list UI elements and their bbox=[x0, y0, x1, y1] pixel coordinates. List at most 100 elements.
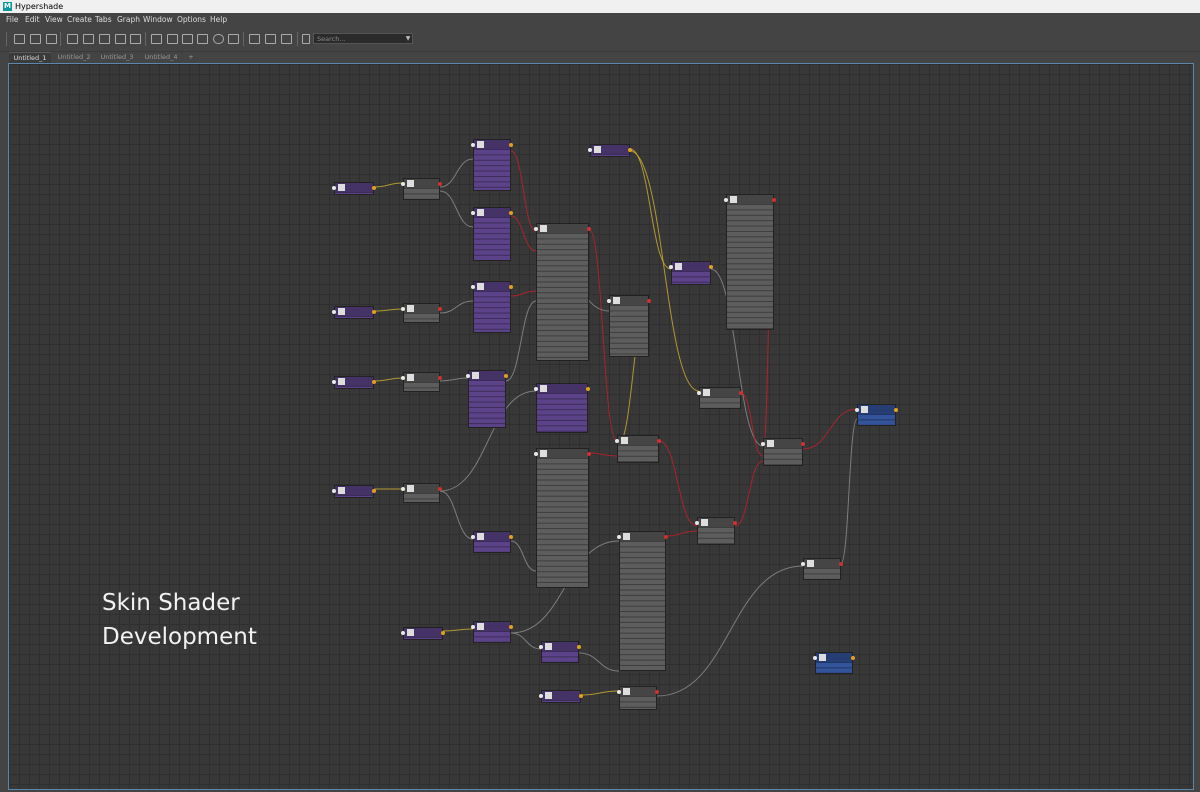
input-port[interactable] bbox=[615, 439, 619, 443]
texture-node[interactable] bbox=[471, 621, 513, 643]
shading-group-node[interactable] bbox=[855, 404, 898, 426]
connection-wire[interactable] bbox=[840, 418, 858, 564]
connection-wire[interactable] bbox=[373, 377, 404, 382]
shader-node[interactable] bbox=[401, 303, 442, 323]
input-port[interactable] bbox=[539, 694, 543, 698]
output-port[interactable] bbox=[577, 645, 581, 649]
input-port[interactable] bbox=[588, 148, 592, 152]
input-port[interactable] bbox=[607, 299, 611, 303]
clear-graph-icon[interactable] bbox=[130, 34, 141, 44]
remove-selected-icon[interactable] bbox=[302, 34, 310, 44]
output-port[interactable] bbox=[628, 148, 632, 152]
menu-graph[interactable]: Graph bbox=[117, 13, 140, 27]
input-port[interactable] bbox=[471, 143, 475, 147]
frame-all-icon[interactable] bbox=[30, 34, 41, 44]
menu-options[interactable]: Options bbox=[177, 13, 206, 27]
texture-node[interactable] bbox=[539, 641, 581, 663]
input-port[interactable] bbox=[471, 211, 475, 215]
menu-edit[interactable]: Edit bbox=[25, 13, 40, 27]
texture-node[interactable] bbox=[332, 485, 376, 498]
output-port[interactable] bbox=[587, 227, 591, 231]
output-connections-icon[interactable] bbox=[67, 34, 78, 44]
graph-up-downstream-icon[interactable] bbox=[115, 34, 126, 44]
output-port[interactable] bbox=[372, 186, 376, 190]
connection-wire[interactable] bbox=[580, 690, 620, 696]
input-port[interactable] bbox=[697, 391, 701, 395]
output-port[interactable] bbox=[655, 690, 659, 694]
connection-wire[interactable] bbox=[734, 460, 764, 527]
output-port[interactable] bbox=[801, 442, 805, 446]
input-port[interactable] bbox=[617, 690, 621, 694]
input-port[interactable] bbox=[669, 265, 673, 269]
input-port[interactable] bbox=[401, 376, 405, 380]
tab-untitled-4[interactable]: Untitled_4 bbox=[141, 52, 181, 63]
search-input[interactable]: Search... bbox=[313, 33, 413, 44]
connection-wire[interactable] bbox=[373, 182, 404, 188]
shader-node[interactable] bbox=[615, 435, 661, 463]
output-port[interactable] bbox=[851, 656, 855, 660]
shader-node[interactable] bbox=[534, 448, 591, 588]
output-port[interactable] bbox=[438, 376, 442, 380]
input-port[interactable] bbox=[724, 198, 728, 202]
input-port[interactable] bbox=[534, 227, 538, 231]
menu-help[interactable]: Help bbox=[210, 13, 227, 27]
shader-node[interactable] bbox=[401, 483, 442, 503]
menu-file[interactable]: File bbox=[6, 13, 19, 27]
input-port[interactable] bbox=[401, 631, 405, 635]
simple-mode-icon[interactable] bbox=[151, 34, 162, 44]
input-port[interactable] bbox=[401, 307, 405, 311]
output-port[interactable] bbox=[372, 489, 376, 493]
output-port[interactable] bbox=[438, 307, 442, 311]
connection-wire[interactable] bbox=[373, 308, 404, 312]
connection-wire[interactable] bbox=[578, 652, 620, 672]
output-port[interactable] bbox=[587, 452, 591, 456]
connected-mode-icon[interactable] bbox=[167, 34, 178, 44]
focus-icon[interactable] bbox=[228, 34, 239, 44]
output-port[interactable] bbox=[509, 535, 513, 539]
output-port[interactable] bbox=[772, 198, 776, 202]
connection-wire[interactable] bbox=[510, 540, 537, 572]
menu-tabs[interactable]: Tabs bbox=[95, 13, 112, 27]
graph-inputs-icon[interactable] bbox=[83, 34, 94, 44]
texture-node[interactable] bbox=[332, 376, 376, 389]
input-port[interactable] bbox=[471, 625, 475, 629]
connection-wire[interactable] bbox=[510, 150, 537, 232]
input-port[interactable] bbox=[617, 535, 621, 539]
shader-node[interactable] bbox=[761, 438, 805, 466]
grid-icon[interactable] bbox=[249, 34, 260, 44]
input-port[interactable] bbox=[534, 452, 538, 456]
input-port[interactable] bbox=[401, 182, 405, 186]
output-port[interactable] bbox=[739, 391, 743, 395]
input-port[interactable] bbox=[801, 562, 805, 566]
output-port[interactable] bbox=[509, 211, 513, 215]
texture-node[interactable] bbox=[332, 306, 376, 319]
output-port[interactable] bbox=[509, 143, 513, 147]
connection-wire[interactable] bbox=[510, 215, 537, 252]
texture-node[interactable] bbox=[669, 261, 713, 285]
texture-node[interactable] bbox=[539, 690, 583, 703]
shading-group-node[interactable] bbox=[813, 652, 855, 674]
tab-untitled-1[interactable]: Untitled_1 bbox=[9, 52, 51, 63]
texture-node[interactable] bbox=[466, 370, 508, 428]
menu-window[interactable]: Window bbox=[143, 13, 173, 27]
output-port[interactable] bbox=[709, 265, 713, 269]
shader-node[interactable] bbox=[695, 517, 737, 545]
texture-node[interactable] bbox=[471, 531, 513, 553]
graph-outputs-icon[interactable] bbox=[99, 34, 110, 44]
node-editor-canvas[interactable] bbox=[8, 63, 1194, 790]
connection-wire[interactable] bbox=[658, 440, 698, 527]
shader-node[interactable] bbox=[401, 372, 442, 392]
output-port[interactable] bbox=[664, 535, 668, 539]
input-port[interactable] bbox=[466, 374, 470, 378]
shader-node[interactable] bbox=[401, 178, 442, 200]
shader-node[interactable] bbox=[617, 531, 668, 671]
menu-view[interactable]: View bbox=[45, 13, 63, 27]
input-port[interactable] bbox=[539, 645, 543, 649]
texture-node[interactable] bbox=[332, 182, 376, 195]
input-port[interactable] bbox=[855, 408, 859, 412]
connection-wire[interactable] bbox=[665, 530, 698, 537]
output-port[interactable] bbox=[372, 310, 376, 314]
input-port[interactable] bbox=[332, 186, 336, 190]
input-port[interactable] bbox=[332, 310, 336, 314]
shader-node[interactable] bbox=[534, 223, 591, 361]
